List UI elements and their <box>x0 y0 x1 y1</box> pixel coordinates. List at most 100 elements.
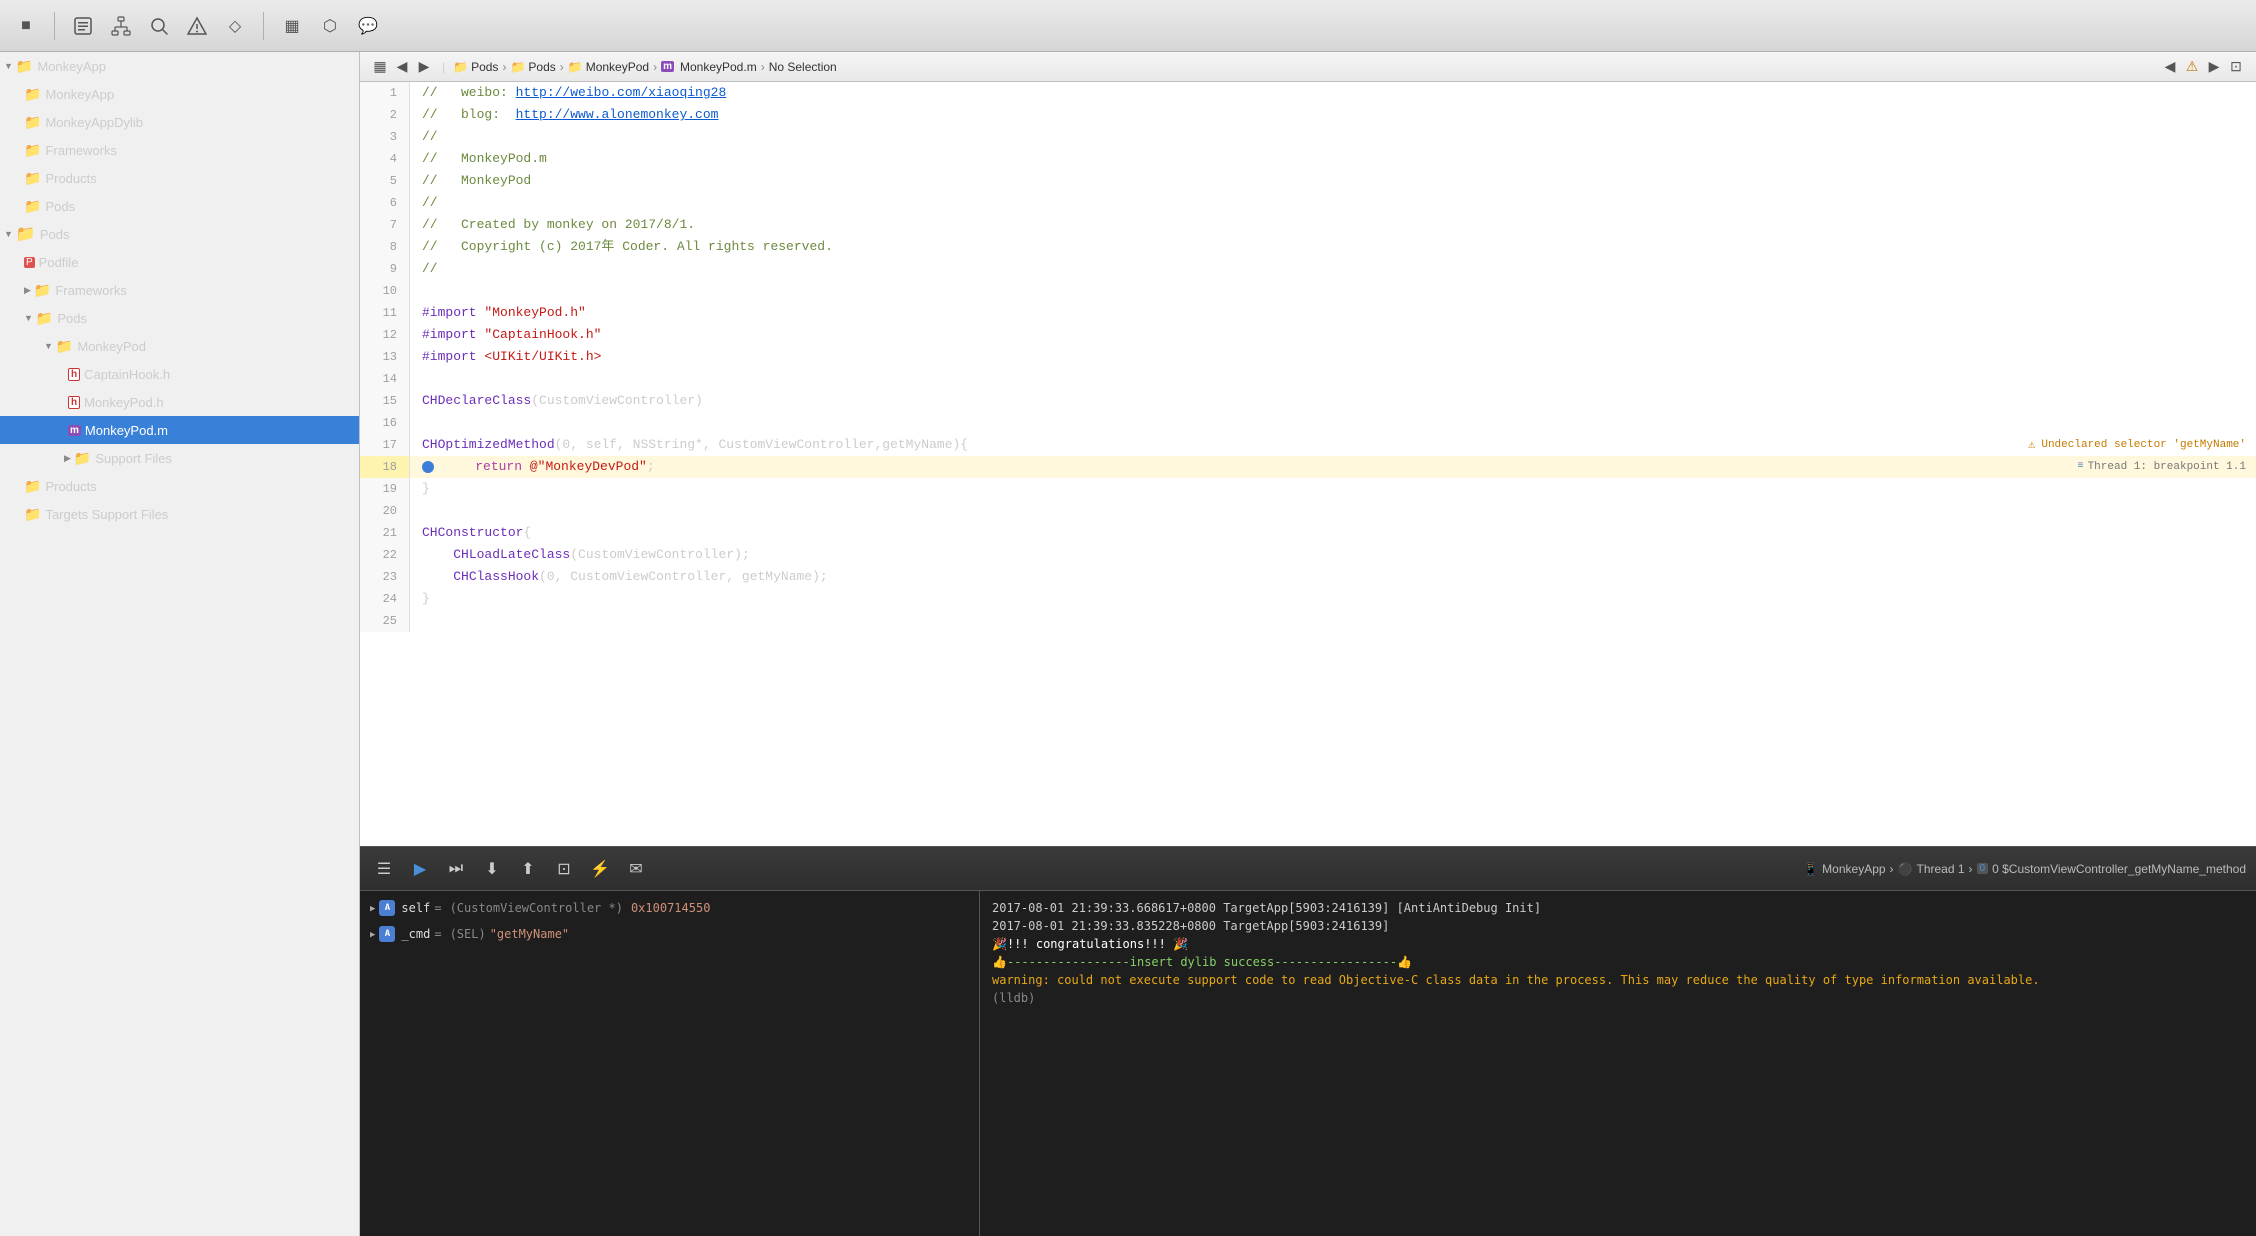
line-number: 22 <box>360 544 410 566</box>
expand-arrow: ▼ <box>4 61 13 71</box>
sidebar-item-monkeypod-m[interactable]: m MonkeyPod.m <box>0 416 359 444</box>
sidebar-item-monkeyapp-root[interactable]: ▼ 📁 MonkeyApp <box>0 52 359 80</box>
nav-forward-button[interactable]: ▶ <box>414 57 434 77</box>
debug-app-icon: 📱 <box>1803 862 1818 876</box>
grid-icon[interactable]: ▦ <box>278 12 306 40</box>
code-content: #import <UIKit/UIKit.h> <box>410 346 2256 368</box>
folder-icon: 📁 <box>24 506 41 523</box>
debug-list-button[interactable]: ☰ <box>370 855 398 883</box>
bottom-panel: ☰ ▶ ⏭ ⬇ ⬆ ⊡ ⚡ ✉ 📱 MonkeyApp › ⚫ Thread 1… <box>360 846 2256 1236</box>
hierarchy-icon[interactable] <box>107 12 135 40</box>
project-icon[interactable] <box>69 12 97 40</box>
code-content: // weibo: http://weibo.com/xiaoqing28 <box>410 82 2256 104</box>
code-content <box>410 500 2256 522</box>
sidebar-item-monkeyapp[interactable]: 📁 MonkeyApp <box>0 80 359 108</box>
debug-continue-button[interactable]: ▶ <box>406 855 434 883</box>
var-row-self[interactable]: A self = (CustomViewController *) 0x1007… <box>360 895 979 921</box>
sidebar-item-targets-support[interactable]: 📁 Targets Support Files <box>0 500 359 528</box>
var-eq: = <box>434 901 441 915</box>
h-file-icon: h <box>68 368 80 381</box>
sidebar-item-captainhook[interactable]: h CaptainHook.h <box>0 360 359 388</box>
code-line-1: 1 // weibo: http://weibo.com/xiaoqing28 <box>360 82 2256 104</box>
sidebar-item-products-pods[interactable]: 📁 Products <box>0 472 359 500</box>
code-line-13: 13 #import <UIKit/UIKit.h> <box>360 346 2256 368</box>
tag-icon[interactable]: ⬡ <box>316 12 344 40</box>
warning-icon[interactable] <box>183 12 211 40</box>
expand-arrow: ▼ <box>24 313 33 323</box>
sidebar-item-label: Targets Support Files <box>45 507 168 522</box>
sidebar-item-monkeyappdylib[interactable]: 📁 MonkeyAppDylib <box>0 108 359 136</box>
bookmark-icon[interactable]: ◇ <box>221 12 249 40</box>
code-content <box>410 280 2256 302</box>
sidebar-item-monkeypod-folder[interactable]: ▼ 📁 MonkeyPod <box>0 332 359 360</box>
sidebar-item-label: Support Files <box>95 451 172 466</box>
line-number: 20 <box>360 500 410 522</box>
breadcrumb-monkeypodm[interactable]: m MonkeyPod.m <box>661 60 757 74</box>
breadcrumb-warning-button[interactable]: ⚠ <box>2182 57 2202 77</box>
debug-send-button[interactable]: ✉ <box>622 855 650 883</box>
nav-back-button[interactable]: ◀ <box>392 57 412 77</box>
breadcrumb-monkeypod[interactable]: 📁 MonkeyPod <box>568 60 649 74</box>
sidebar-item-podfile[interactable]: P Podfile <box>0 248 359 276</box>
var-row-cmd[interactable]: A _cmd = (SEL) "getMyName" <box>360 921 979 947</box>
sidebar-item-label: Pods <box>57 311 87 326</box>
folder-blue-icon: 📁 <box>16 224 36 244</box>
debug-stepinto-button[interactable]: ⬇ <box>478 855 506 883</box>
breadcrumb-forward-button[interactable]: ▶ <box>2204 57 2224 77</box>
sidebar-item-support-files[interactable]: ▶ 📁 Support Files <box>0 444 359 472</box>
comment-icon[interactable]: 💬 <box>354 12 382 40</box>
sidebar-item-products[interactable]: 📁 Products <box>0 164 359 192</box>
code-line-9: 9 // <box>360 258 2256 280</box>
debug-frame-icon: 0 <box>1977 863 1989 874</box>
line-number: 19 <box>360 478 410 500</box>
breadcrumb-noselection[interactable]: No Selection <box>769 60 837 74</box>
code-editor[interactable]: 1 // weibo: http://weibo.com/xiaoqing28 … <box>360 82 2256 846</box>
sidebar-item-label: MonkeyPod.m <box>85 423 168 438</box>
code-line-15: 15 CHDeclareClass(CustomViewController) <box>360 390 2256 412</box>
var-value: "getMyName" <box>490 927 569 941</box>
line-number: 13 <box>360 346 410 368</box>
debug-split-button[interactable]: ⊡ <box>550 855 578 883</box>
code-line-23: 23 CHClassHook(0, CustomViewController, … <box>360 566 2256 588</box>
code-line-17: 17 CHOptimizedMethod(0, self, NSString*,… <box>360 434 2256 456</box>
code-line-10: 10 <box>360 280 2256 302</box>
sidebar-item-frameworks-app[interactable]: 📁 Frameworks <box>0 136 359 164</box>
breadcrumb-back-button[interactable]: ◀ <box>2160 57 2180 77</box>
search-icon[interactable] <box>145 12 173 40</box>
breadcrumb-label: MonkeyPod <box>586 60 649 74</box>
sidebar-item-pods-root[interactable]: ▼ 📁 Pods <box>0 220 359 248</box>
line-number: 2 <box>360 104 410 126</box>
sidebar-item-pods-top[interactable]: 📁 Pods <box>0 192 359 220</box>
sidebar-item-frameworks-pods[interactable]: ▶ 📁 Frameworks <box>0 276 359 304</box>
code-content: // MonkeyPod.m <box>410 148 2256 170</box>
debug-stepover-button[interactable]: ⏭ <box>442 855 470 883</box>
editor-area: ▦ ◀ ▶ | 📁 Pods › 📁 Pods › 📁 MonkeyPod › … <box>360 52 2256 1236</box>
line-number: 8 <box>360 236 410 258</box>
folder-icon: 📁 <box>56 338 73 355</box>
debug-frame-label: 0 $CustomViewController_getMyName_method <box>1992 862 2246 876</box>
code-content <box>410 368 2256 390</box>
breadcrumb-grid-button[interactable]: ⊡ <box>2226 57 2246 77</box>
debug-toolbar: ☰ ▶ ⏭ ⬇ ⬆ ⊡ ⚡ ✉ 📱 MonkeyApp › ⚫ Thread 1… <box>360 847 2256 891</box>
breadcrumb-pods1[interactable]: 📁 Pods <box>453 60 498 74</box>
sidebar-item-monkeypod-h[interactable]: h MonkeyPod.h <box>0 388 359 416</box>
stop-icon[interactable]: ■ <box>12 12 40 40</box>
m-file-icon: m <box>661 61 674 72</box>
line-number: 9 <box>360 258 410 280</box>
debug-stepout-button[interactable]: ⬆ <box>514 855 542 883</box>
toolbar-separator-1 <box>54 12 55 40</box>
breadcrumb-bar: ▦ ◀ ▶ | 📁 Pods › 📁 Pods › 📁 MonkeyPod › … <box>360 52 2256 82</box>
breakpoint-label: Thread 1: breakpoint 1.1 <box>2088 456 2246 478</box>
console-panel[interactable]: 2017-08-01 21:39:33.668617+0800 TargetAp… <box>980 891 2256 1236</box>
var-name: self <box>401 901 430 915</box>
main-toolbar: ■ ◇ ▦ ⬡ 💬 <box>0 0 2256 52</box>
code-line-4: 4 // MonkeyPod.m <box>360 148 2256 170</box>
breadcrumb-sep2: › <box>560 60 564 74</box>
breadcrumb-pods2[interactable]: 📁 Pods <box>510 60 555 74</box>
debug-connect-button[interactable]: ⚡ <box>586 855 614 883</box>
line-number: 25 <box>360 610 410 632</box>
breakpoint-dot <box>422 461 434 473</box>
folder-icon: 📁 <box>510 60 525 74</box>
grid-view-button[interactable]: ▦ <box>370 57 390 77</box>
sidebar-item-pods-expanded[interactable]: ▼ 📁 Pods <box>0 304 359 332</box>
